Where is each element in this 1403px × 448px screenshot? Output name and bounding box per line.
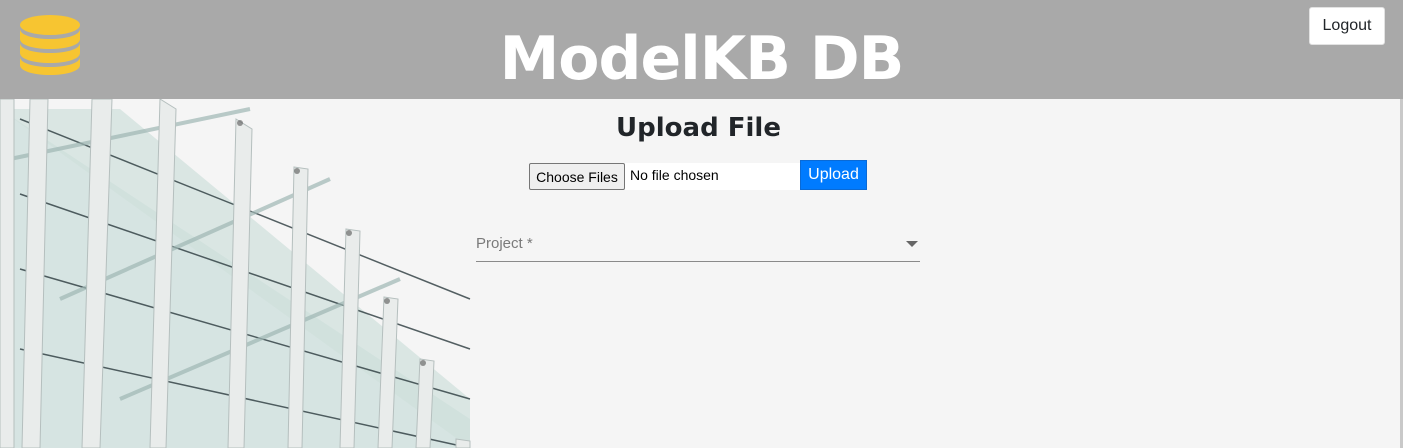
upload-title: Upload File [616, 113, 781, 143]
logout-button[interactable]: Logout [1309, 7, 1385, 45]
background-image [0, 99, 1403, 448]
file-status-text: No file chosen [630, 167, 719, 183]
choose-files-button[interactable]: Choose Files [529, 163, 625, 190]
dropdown-arrow-icon[interactable] [906, 241, 918, 247]
file-input[interactable]: Choose Files No file chosen [529, 163, 800, 190]
header-bar: ModelKB DB Logout [0, 0, 1403, 99]
app-title: ModelKB DB [499, 24, 905, 94]
project-select[interactable]: Project * [476, 229, 920, 262]
project-label: Project * [476, 235, 533, 252]
upload-button[interactable]: Upload [800, 160, 867, 190]
